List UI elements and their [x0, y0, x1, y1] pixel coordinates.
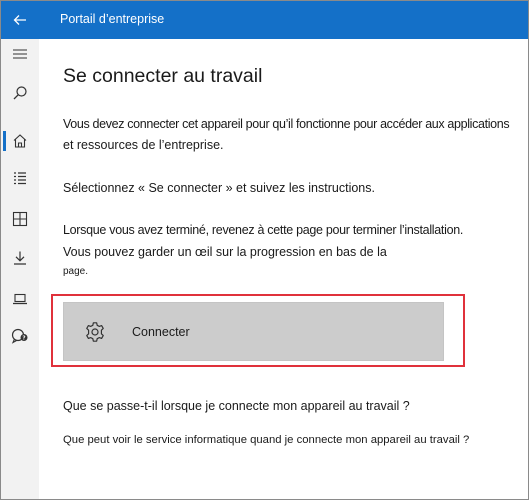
app-title: Portail d’entreprise: [60, 12, 165, 26]
sidebar-item-search[interactable]: [1, 79, 39, 107]
connect-button-label: Connecter: [132, 325, 190, 339]
gear-icon: [86, 322, 104, 342]
link-what-happens[interactable]: Que se passe-t-il lorsque je connecte mo…: [63, 399, 410, 413]
sidebar-item-list[interactable]: [1, 164, 39, 192]
title-bar: Portail d’entreprise: [1, 1, 528, 39]
sidebar-item-apps[interactable]: [1, 205, 39, 233]
list-icon: [14, 172, 26, 185]
help-chat-icon: ?: [11, 328, 28, 344]
app-window: Portail d’entreprise ? Se connecter au t…: [0, 0, 529, 500]
page-title: Se connecter au travail: [63, 65, 263, 87]
hamburger-menu-icon: [13, 49, 27, 59]
sidebar: ?: [1, 39, 39, 499]
main-content: Se connecter au travail Vous devez conne…: [39, 39, 528, 499]
hamburger-menu-button[interactable]: [1, 40, 39, 68]
select-instruction-text: Sélectionnez « Se connecter » et suivez …: [63, 181, 375, 195]
sidebar-item-home[interactable]: [1, 127, 39, 155]
laptop-icon: [13, 293, 27, 305]
link-what-it-sees[interactable]: Que peut voir le service informatique qu…: [63, 434, 469, 446]
svg-text:?: ?: [22, 336, 25, 342]
finish-text-line3: page.: [63, 266, 89, 277]
sidebar-item-help[interactable]: ?: [1, 322, 39, 350]
intro-text-line1: Vous devez connecter cet appareil pour q…: [63, 117, 510, 131]
back-button[interactable]: [1, 1, 39, 39]
search-icon: [13, 86, 27, 100]
apps-grid-icon: [12, 211, 28, 227]
back-arrow-icon: [13, 15, 26, 25]
sidebar-item-devices[interactable]: [1, 285, 39, 313]
sidebar-item-downloads[interactable]: [1, 244, 39, 272]
intro-text-line2: et ressources de l’entreprise.: [63, 138, 224, 152]
home-icon: [13, 134, 27, 148]
connect-button[interactable]: Connecter: [63, 302, 444, 361]
download-icon: [14, 251, 26, 265]
finish-text-line1: Lorsque vous avez terminé, revenez à cet…: [63, 223, 464, 237]
finish-text-line2: Vous pouvez garder un œil sur la progres…: [63, 245, 387, 259]
